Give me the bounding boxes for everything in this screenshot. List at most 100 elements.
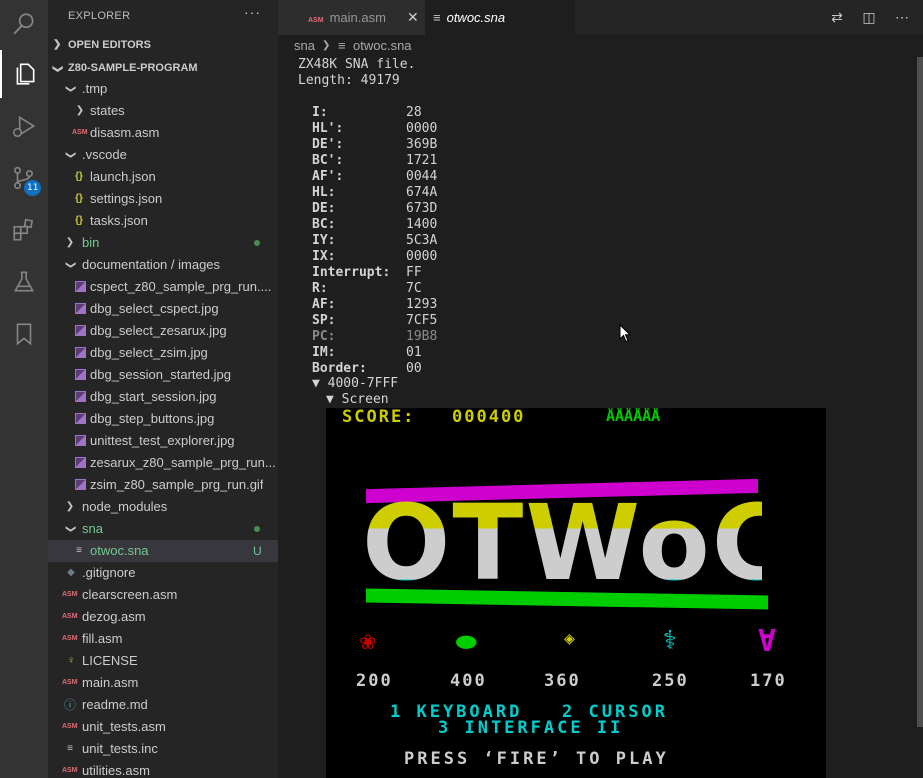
- tree-file-image[interactable]: dbg_select_zesarux.jpg: [48, 320, 278, 342]
- tab-otwoc-sna[interactable]: ≡ otwoc.sna: [425, 0, 575, 35]
- tree-file-image[interactable]: dbg_select_zsim.jpg: [48, 342, 278, 364]
- tree-file-asm[interactable]: ASM clearscreen.asm: [48, 584, 278, 606]
- player-ship-icon: Ɐ: [758, 624, 779, 659]
- vertical-scrollbar[interactable]: [917, 57, 923, 727]
- tree-label: unittest_test_explorer.jpg: [90, 433, 235, 448]
- tree-file-asm[interactable]: ASM utilities.asm: [48, 760, 278, 778]
- tree-label: dbg_session_started.jpg: [90, 367, 231, 382]
- tree-file-image[interactable]: dbg_step_buttons.jpg: [48, 408, 278, 430]
- activity-bar: 11: [0, 0, 48, 778]
- more-actions-icon[interactable]: ⋯: [893, 8, 911, 26]
- screen-toggle[interactable]: ▼ Screen: [326, 392, 389, 408]
- register-name: DE:: [312, 201, 336, 216]
- enemy-cyan-icon: ⚕: [662, 626, 680, 656]
- asm-file-icon: ASM: [62, 591, 78, 598]
- tree-label: dbg_select_cspect.jpg: [90, 301, 219, 316]
- asm-file-icon: ASM: [62, 679, 78, 686]
- tree-file-license[interactable]: ♀ LICENSE: [48, 650, 278, 672]
- license-icon: ♀: [67, 655, 75, 666]
- tree-file-asm[interactable]: ASM unit_tests.asm: [48, 716, 278, 738]
- tree-folder-bin[interactable]: ❯ bin: [48, 232, 278, 254]
- more-actions-icon[interactable]: ···: [244, 4, 261, 20]
- tree-label: .vscode: [82, 147, 127, 162]
- tree-folder-states[interactable]: ❯ states: [48, 100, 278, 122]
- extensions-icon[interactable]: [0, 206, 48, 254]
- tree-file-asm[interactable]: ASM main.asm: [48, 672, 278, 694]
- tree-label: dbg_select_zsim.jpg: [90, 345, 208, 360]
- tree-label: fill.asm: [82, 631, 123, 646]
- run-debug-icon[interactable]: [0, 102, 48, 150]
- tree-file-image[interactable]: dbg_start_session.jpg: [48, 386, 278, 408]
- tree-folder-node-modules[interactable]: ❯ node_modules: [48, 496, 278, 518]
- point-value: 170: [750, 671, 787, 691]
- tree-file-asm[interactable]: ASM fill.asm: [48, 628, 278, 650]
- tree-file-image[interactable]: zesarux_z80_sample_prg_run...: [48, 452, 278, 474]
- tree-file-tasks[interactable]: {} tasks.json: [48, 210, 278, 232]
- tree-label: disasm.asm: [90, 125, 160, 140]
- project-label: Z80-SAMPLE-PROGRAM: [68, 62, 198, 74]
- tab-main-asm[interactable]: ASM main.asm ✕: [278, 0, 425, 35]
- tree-file-launch[interactable]: {} launch.json: [48, 166, 278, 188]
- tree-file-disasm[interactable]: ASM disasm.asm: [48, 122, 278, 144]
- register-value: 7C: [406, 281, 422, 296]
- tree-file-readme[interactable]: ⓘ readme.md: [48, 694, 278, 716]
- register-value: 5C3A: [406, 233, 438, 248]
- testing-flask-icon[interactable]: [0, 258, 48, 306]
- tree-label: .gitignore: [82, 565, 136, 580]
- open-changes-icon[interactable]: ⇄: [828, 8, 846, 26]
- tree-file-image[interactable]: zsim_z80_sample_prg_run.gif: [48, 474, 278, 496]
- project-section[interactable]: ❯ Z80-SAMPLE-PROGRAM: [48, 57, 278, 79]
- tree-label: utilities.asm: [82, 763, 150, 778]
- tree-folder-vscode[interactable]: ❯ .vscode: [48, 144, 278, 166]
- json-file-icon: {}: [75, 215, 83, 226]
- tab-label: main.asm: [329, 10, 386, 25]
- close-icon[interactable]: ✕: [407, 0, 419, 35]
- open-editors-section[interactable]: ❯ OPEN EDITORS: [48, 34, 278, 56]
- tree-file-asm[interactable]: ASM dezog.asm: [48, 606, 278, 628]
- file-lines-icon: ≡: [433, 10, 441, 25]
- chevron-down-icon: ❯: [65, 150, 76, 160]
- search-icon[interactable]: [0, 0, 48, 48]
- explorer-icon[interactable]: [0, 50, 48, 98]
- tree-file-inc[interactable]: ≡ unit_tests.inc: [48, 738, 278, 760]
- tree-file-otwoc-sna[interactable]: ≡ otwoc.sna U: [48, 540, 278, 562]
- source-control-icon[interactable]: 11: [0, 154, 48, 202]
- register-name: IY:: [312, 233, 336, 248]
- register-name: IM:: [312, 345, 336, 360]
- register-value: 00: [406, 361, 422, 376]
- register-name: PC:: [312, 329, 336, 344]
- git-file-icon: ◆: [67, 567, 75, 578]
- tree-file-settings[interactable]: {} settings.json: [48, 188, 278, 210]
- register-name: HL':: [312, 121, 344, 136]
- tree-label: clearscreen.asm: [82, 587, 178, 602]
- tree-file-gitignore[interactable]: ◆ .gitignore: [48, 562, 278, 584]
- enemy-green-icon: ⬬: [456, 628, 477, 656]
- breadcrumb-folder[interactable]: sna: [294, 35, 315, 57]
- score-label: SCORE:: [342, 408, 416, 427]
- tree-label: readme.md: [82, 697, 148, 712]
- memory-bank-toggle[interactable]: ▼ 4000-7FFF: [312, 376, 398, 392]
- point-value: 250: [652, 671, 689, 691]
- tree-label: dbg_step_buttons.jpg: [90, 411, 215, 426]
- vscode-window: 11 EXPLORER ··· ❯ OPEN EDITORS ❯ Z80-SAM…: [0, 0, 923, 778]
- bookmarks-icon[interactable]: [0, 310, 48, 358]
- register-value: 0000: [406, 121, 438, 136]
- split-editor-icon[interactable]: ◫: [860, 8, 878, 26]
- json-file-icon: {}: [75, 171, 83, 182]
- tree-label: launch.json: [90, 169, 156, 184]
- tree-folder-documentation[interactable]: ❯ documentation / images: [48, 254, 278, 276]
- tree-label: main.asm: [82, 675, 139, 690]
- tree-file-image[interactable]: dbg_session_started.jpg: [48, 364, 278, 386]
- score-value: 000400: [452, 408, 526, 427]
- tree-file-image[interactable]: dbg_select_cspect.jpg: [48, 298, 278, 320]
- register-value: 1721: [406, 153, 438, 168]
- logo-text: OTWoC: [362, 498, 762, 586]
- register-value: 1293: [406, 297, 438, 312]
- tree-file-image[interactable]: cspect_z80_sample_prg_run....: [48, 276, 278, 298]
- tree-folder-sna[interactable]: ❯ sna: [48, 518, 278, 540]
- breadcrumb-file[interactable]: otwoc.sna: [353, 35, 412, 57]
- register-value: 28: [406, 105, 422, 120]
- tree-file-image[interactable]: unittest_test_explorer.jpg: [48, 430, 278, 452]
- tree-folder-tmp[interactable]: ❯ .tmp: [48, 78, 278, 100]
- register-name: BC':: [312, 153, 344, 168]
